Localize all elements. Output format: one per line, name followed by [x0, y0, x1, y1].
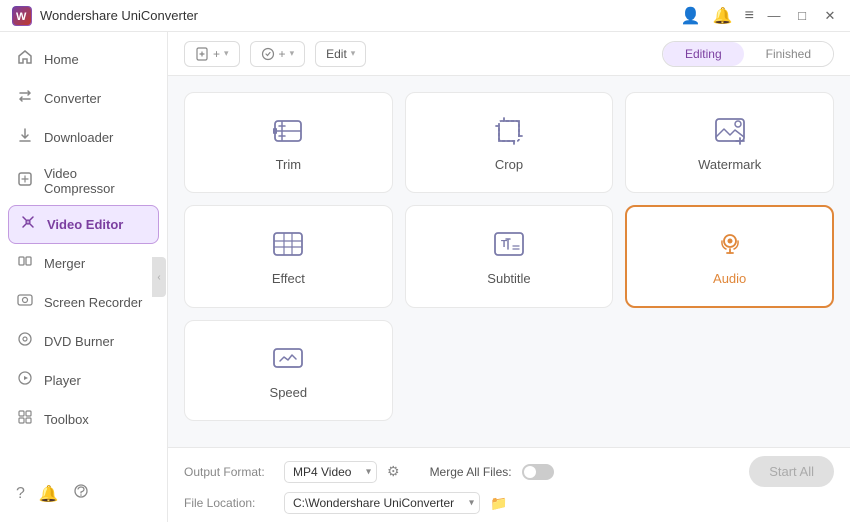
bottom-bar: Output Format: MP4 Video ⚙ Merge All Fil…: [168, 447, 850, 522]
watermark-icon: [712, 113, 748, 149]
effect-label: Effect: [272, 271, 305, 286]
sidebar-item-video-compressor[interactable]: Video Compressor: [0, 157, 167, 205]
edit-label: Edit: [326, 47, 347, 61]
file-location-label: File Location:: [184, 496, 274, 510]
tab-editing[interactable]: Editing: [663, 42, 744, 66]
sidebar-item-converter[interactable]: Converter: [0, 79, 167, 118]
format-select-wrap: MP4 Video: [284, 461, 377, 483]
toolbox-icon: [16, 409, 34, 430]
location-row: File Location: C:\Wondershare UniConvert…: [184, 492, 834, 514]
sidebar-bottom: ? 🔔: [0, 473, 167, 514]
output-format-select[interactable]: MP4 Video: [284, 461, 377, 483]
home-icon: [16, 49, 34, 70]
help-icon[interactable]: ?: [16, 485, 25, 503]
add-screen-label: +: [279, 47, 286, 61]
bell-icon[interactable]: 🔔: [713, 6, 733, 26]
audio-label: Audio: [713, 271, 746, 286]
tab-finished[interactable]: Finished: [744, 42, 833, 66]
feedback-icon[interactable]: [73, 483, 89, 504]
edit-dropdown[interactable]: Edit ▾: [315, 41, 366, 67]
video-editor-icon: [19, 214, 37, 235]
app-icon: W: [12, 6, 32, 26]
sidebar-item-merger[interactable]: Merger: [0, 244, 167, 283]
add-file-button[interactable]: + ▾: [184, 41, 240, 67]
add-file-label: +: [213, 47, 220, 61]
downloader-icon: [16, 127, 34, 148]
merge-label: Merge All Files:: [430, 465, 512, 479]
sidebar-item-screen-recorder[interactable]: Screen Recorder: [0, 283, 167, 322]
tab-group: Editing Finished: [662, 41, 834, 67]
menu-icon[interactable]: ≡: [745, 7, 754, 25]
main-layout: Home Converter Downloader Video Compress…: [0, 32, 850, 522]
crop-card[interactable]: Crop: [405, 92, 614, 193]
svg-text:W: W: [16, 11, 27, 23]
minimize-button[interactable]: —: [766, 8, 782, 23]
file-location-select-wrap: C:\Wondershare UniConverter: [284, 492, 480, 514]
add-screen-button[interactable]: + ▾: [250, 41, 306, 67]
crop-icon: [491, 113, 527, 149]
merge-toggle[interactable]: [522, 464, 554, 480]
trim-card[interactable]: Trim: [184, 92, 393, 193]
converter-icon: [16, 88, 34, 109]
title-bar: W Wondershare UniConverter 👤 🔔 ≡ — □ ✕: [0, 0, 850, 32]
user-icon[interactable]: 👤: [681, 6, 701, 26]
watermark-card[interactable]: Watermark: [625, 92, 834, 193]
add-screen-caret: ▾: [290, 48, 295, 59]
sidebar-item-player[interactable]: Player: [0, 361, 167, 400]
format-settings-icon[interactable]: ⚙: [387, 463, 400, 480]
app-title: Wondershare UniConverter: [40, 8, 198, 23]
subtitle-label: Subtitle: [487, 271, 530, 286]
edit-caret: ▾: [351, 48, 356, 59]
file-location-select[interactable]: C:\Wondershare UniConverter: [284, 492, 480, 514]
start-all-button[interactable]: Start All: [749, 456, 834, 487]
folder-open-icon[interactable]: 📁: [490, 495, 507, 512]
dvd-icon: [16, 331, 34, 352]
compressor-icon: [16, 171, 34, 192]
grid-area: Trim Crop: [168, 76, 850, 447]
speed-label: Speed: [270, 385, 308, 400]
content-area: + ▾ + ▾ Edit ▾ Editing Finished: [168, 32, 850, 522]
close-button[interactable]: ✕: [822, 8, 838, 24]
video-editor-grid: Trim Crop: [184, 92, 834, 421]
subtitle-icon: T: [491, 227, 527, 263]
sidebar-item-home[interactable]: Home: [0, 40, 167, 79]
add-file-icon: [195, 47, 209, 61]
player-icon: [16, 370, 34, 391]
trim-icon: [270, 113, 306, 149]
crop-label: Crop: [495, 157, 523, 172]
output-format-label: Output Format:: [184, 465, 274, 479]
effect-card[interactable]: Effect: [184, 205, 393, 308]
maximize-button[interactable]: □: [794, 8, 810, 23]
sidebar-collapse-button[interactable]: ‹: [152, 257, 166, 297]
effect-icon: [270, 227, 306, 263]
merge-toggle-knob: [524, 466, 536, 478]
speed-card[interactable]: Speed: [184, 320, 393, 421]
sidebar: Home Converter Downloader Video Compress…: [0, 32, 168, 522]
sidebar-item-video-editor[interactable]: Video Editor: [8, 205, 159, 244]
watermark-label: Watermark: [698, 157, 761, 172]
notification-icon[interactable]: 🔔: [39, 484, 59, 504]
title-bar-controls: 👤 🔔 ≡ — □ ✕: [681, 6, 838, 26]
subtitle-card[interactable]: T Subtitle: [405, 205, 614, 308]
screen-icon: [261, 47, 275, 61]
sidebar-item-dvd-burner[interactable]: DVD Burner: [0, 322, 167, 361]
screen-recorder-icon: [16, 292, 34, 313]
trim-label: Trim: [276, 157, 302, 172]
sidebar-item-toolbox[interactable]: Toolbox: [0, 400, 167, 439]
format-row: Output Format: MP4 Video ⚙ Merge All Fil…: [184, 456, 834, 487]
audio-card[interactable]: Audio: [625, 205, 834, 308]
toolbar: + ▾ + ▾ Edit ▾ Editing Finished: [168, 32, 850, 76]
merger-icon: [16, 253, 34, 274]
add-file-caret: ▾: [224, 48, 229, 59]
audio-icon: [712, 227, 748, 263]
svg-text:T: T: [501, 239, 507, 250]
sidebar-item-downloader[interactable]: Downloader: [0, 118, 167, 157]
title-bar-left: W Wondershare UniConverter: [12, 6, 198, 26]
speed-icon: [270, 341, 306, 377]
